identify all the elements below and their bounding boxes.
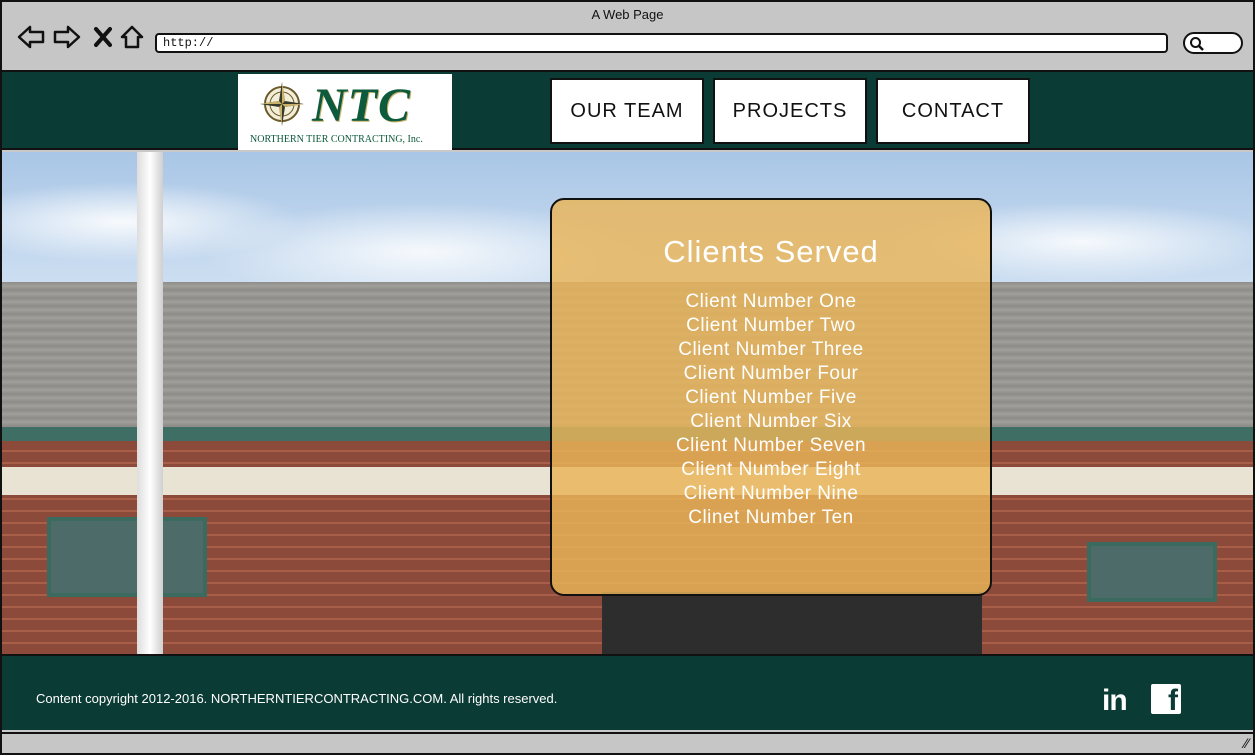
- back-arrow-icon[interactable]: [16, 22, 46, 52]
- browser-window: A Web Page http:// NTC NORTHERN TIER CON…: [0, 0, 1255, 755]
- nav-contact-button[interactable]: CONTACT: [876, 78, 1030, 144]
- browser-status-bar: ⁄⁄: [2, 732, 1253, 753]
- logo-wordmark: NTC: [312, 79, 411, 132]
- client-item: Client Number Two: [686, 315, 856, 336]
- client-item: Client Number Eight: [681, 459, 861, 480]
- company-logo[interactable]: NTC NORTHERN TIER CONTRACTING, Inc.: [238, 74, 452, 150]
- forward-arrow-icon[interactable]: [52, 22, 82, 52]
- linkedin-icon[interactable]: in: [1102, 684, 1128, 718]
- client-item: Clinet Number Ten: [688, 507, 854, 528]
- resize-grip-icon[interactable]: ⁄⁄: [1244, 735, 1249, 751]
- clients-served-panel: Clients Served Client Number One Client …: [550, 198, 992, 596]
- address-bar[interactable]: http://: [155, 33, 1168, 53]
- logo-company-name: NORTHERN TIER CONTRACTING, Inc.: [250, 134, 423, 145]
- home-icon[interactable]: [117, 22, 147, 52]
- clients-served-heading: Clients Served: [663, 234, 879, 269]
- client-item: Client Number Six: [690, 411, 852, 432]
- client-list: Client Number One Client Number Two Clie…: [552, 290, 990, 530]
- search-icon: [1190, 37, 1204, 51]
- copyright-text: Content copyright 2012-2016. NORTHERNTIE…: [36, 691, 558, 706]
- nav-projects-button[interactable]: PROJECTS: [713, 78, 867, 144]
- browser-chrome: A Web Page http://: [2, 2, 1253, 72]
- site-footer: Content copyright 2012-2016. NORTHERNTIE…: [2, 654, 1253, 730]
- facebook-icon[interactable]: f: [1151, 684, 1181, 714]
- web-page: NTC NORTHERN TIER CONTRACTING, Inc. OUR …: [2, 72, 1253, 732]
- client-item: Client Number One: [685, 291, 857, 312]
- window-title: A Web Page: [591, 7, 664, 22]
- flagpole: [137, 152, 163, 654]
- client-item: Client Number Nine: [683, 483, 859, 504]
- site-header: NTC NORTHERN TIER CONTRACTING, Inc. OUR …: [2, 72, 1253, 150]
- search-field[interactable]: [1183, 32, 1243, 54]
- client-item: Client Number Three: [678, 339, 864, 360]
- compass-icon: [260, 82, 304, 126]
- stop-icon[interactable]: [88, 22, 118, 52]
- client-item: Client Number Seven: [675, 435, 867, 456]
- client-item: Client Number Five: [685, 387, 857, 408]
- client-item: Client Number Four: [683, 363, 859, 384]
- nav-our-team-button[interactable]: OUR TEAM: [550, 78, 704, 144]
